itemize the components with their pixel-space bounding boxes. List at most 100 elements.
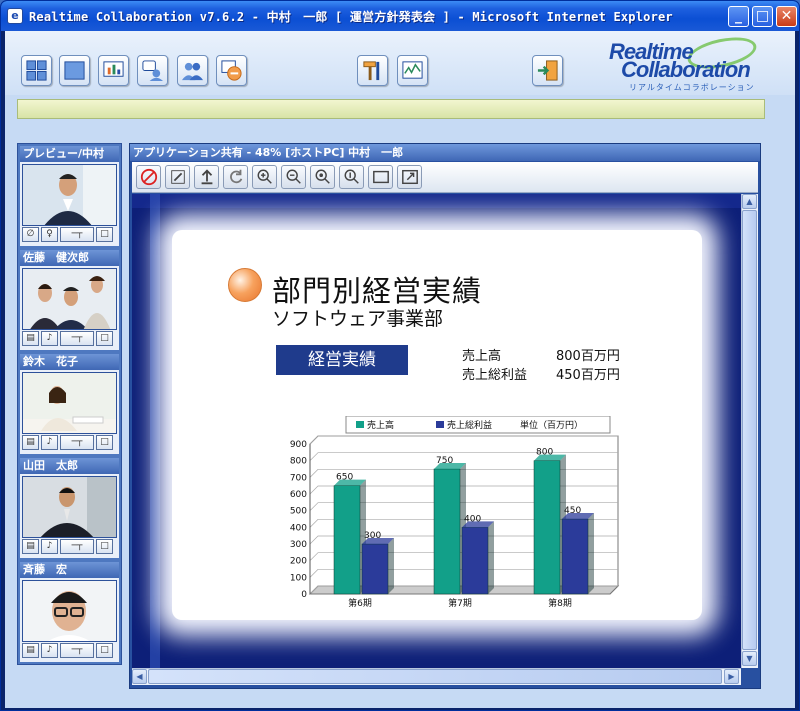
participant-name: 山田 太郎	[20, 458, 119, 474]
x-tick-label: 第6期	[348, 597, 372, 609]
whiteboard-icon	[402, 61, 423, 79]
participant-card[interactable]: 山田 太郎 ▤ ♪ ─┬ □	[20, 458, 119, 558]
y-tick-label: 200	[290, 557, 307, 567]
maximize-button[interactable]: □	[752, 6, 773, 27]
horizontal-scroll-thumb[interactable]	[148, 669, 722, 684]
zoom-in-button[interactable]	[252, 165, 277, 189]
y-tick-label: 100	[290, 573, 307, 583]
title-bar[interactable]: e Realtime Collaboration v7.6.2 - 中村 一郎 …	[1, 1, 799, 31]
bar-side	[488, 521, 494, 594]
chat-button[interactable]	[137, 55, 168, 86]
layout-4-button[interactable]	[21, 55, 52, 86]
vertical-scroll-thumb[interactable]	[742, 210, 757, 650]
window-mode-button[interactable]	[368, 165, 393, 189]
kpi-value: 450百万円	[556, 368, 620, 383]
participant-card[interactable]: 鈴木 花子 ▤ ♪ ─┬ □	[20, 354, 119, 454]
sales-chart: 売上高 売上総利益 単位（百万円） 0 100 200 300 400 500 600 700 800…	[290, 416, 620, 609]
camera-off-button[interactable]: ∅	[22, 227, 39, 242]
participant-card[interactable]: 斉藤 宏 ▤ ♪ ─┬ □	[20, 562, 119, 662]
upload-icon	[201, 169, 212, 185]
record-button[interactable]	[216, 55, 247, 86]
refresh-button[interactable]	[223, 165, 248, 189]
presentation-button[interactable]	[98, 55, 129, 86]
slide-bullet-icon	[228, 268, 262, 302]
volume-slider[interactable]: ─┬	[60, 643, 94, 658]
participant-video	[22, 268, 117, 330]
application-share-window: アプリケーション共有 - 48% [ホストPC] 中村 一郎 部門別経営実績 ソ…	[129, 143, 761, 689]
video-frame-saito	[23, 581, 116, 641]
video-frame-yamada	[23, 477, 116, 537]
camera-button[interactable]: ▤	[22, 331, 39, 346]
data-label: 750	[436, 456, 453, 466]
zoom-actual-icon	[344, 169, 359, 184]
volume-slider[interactable]: ─┬	[60, 331, 94, 346]
y-tick-label: 900	[290, 440, 307, 450]
y-tick-label: 800	[290, 457, 307, 467]
scroll-up-button[interactable]: ▲	[742, 194, 757, 209]
bar	[333, 485, 361, 595]
vertical-scrollbar[interactable]: ▲ ▼	[741, 194, 758, 668]
camera-button[interactable]: ▤	[22, 539, 39, 554]
horizontal-scrollbar[interactable]: ◀ ▶	[132, 668, 741, 685]
shared-screen[interactable]: 部門別経営実績 ソフトウェア事業部 経営実績 売上高 800百万円 売上総利益 …	[132, 194, 741, 668]
speaker-button[interactable]: ♪	[41, 643, 58, 658]
close-button[interactable]: ✕	[776, 6, 797, 27]
speaker-button[interactable]: ♪	[41, 539, 58, 554]
bar	[433, 468, 461, 595]
bar	[561, 518, 589, 595]
scroll-left-button[interactable]: ◀	[132, 669, 147, 684]
expand-button[interactable]: □	[96, 331, 113, 346]
legend-swatch	[356, 421, 364, 428]
participant-list: プレビュー/中村 ∅ ♀ ─┬ □ 佐藤 健次郎 ▤ ♪ ─┬ □ 鈴木 花子 …	[17, 143, 122, 665]
speaker-button[interactable]: ♪	[41, 331, 58, 346]
participants-button[interactable]	[177, 55, 208, 86]
bar-side	[588, 513, 594, 594]
tools-icon	[363, 61, 380, 81]
camera-button[interactable]: ▤	[22, 435, 39, 450]
camera-button[interactable]: ▤	[22, 643, 39, 658]
layout-4-icon	[26, 60, 47, 81]
refresh-icon	[229, 169, 242, 184]
fullscreen-button[interactable]	[397, 165, 422, 189]
tools-button[interactable]	[357, 55, 388, 86]
slide-accent-bar	[150, 194, 160, 668]
layout-1-button[interactable]	[59, 55, 90, 86]
expand-button[interactable]: □	[96, 643, 113, 658]
y-tick-label: 600	[290, 490, 307, 500]
window-icon	[372, 170, 389, 184]
expand-button[interactable]: □	[96, 435, 113, 450]
whiteboard-button[interactable]	[397, 55, 428, 86]
minimize-button[interactable]: _	[728, 6, 749, 27]
participant-controls: ▤ ♪ ─┬ □	[20, 330, 119, 348]
zoom-out-button[interactable]	[281, 165, 306, 189]
zoom-actual-button[interactable]	[339, 165, 364, 189]
kpi-value: 800百万円	[556, 349, 620, 364]
volume-slider[interactable]: ─┬	[60, 227, 94, 242]
exit-button[interactable]	[532, 55, 563, 86]
participant-card[interactable]: プレビュー/中村 ∅ ♀ ─┬ □	[20, 146, 119, 246]
slide-top-band	[132, 194, 741, 208]
participant-name: 佐藤 健次郎	[20, 250, 119, 266]
participant-name: 鈴木 花子	[20, 354, 119, 370]
expand-button[interactable]: □	[96, 539, 113, 554]
speaker-button[interactable]: ♪	[41, 435, 58, 450]
participant-video	[22, 580, 117, 642]
participants-icon	[181, 62, 204, 81]
expand-button[interactable]: □	[96, 227, 113, 242]
y-tick-label: 700	[290, 473, 307, 483]
volume-slider[interactable]: ─┬	[60, 539, 94, 554]
y-tick-label: 300	[290, 540, 307, 550]
zoom-out-icon	[286, 169, 301, 184]
stop-share-button[interactable]	[136, 165, 161, 189]
zoom-fit-button[interactable]	[310, 165, 335, 189]
share-toolbar	[132, 162, 758, 193]
volume-slider[interactable]: ─┬	[60, 435, 94, 450]
scroll-right-button[interactable]: ▶	[724, 669, 739, 684]
annotate-button[interactable]	[165, 165, 190, 189]
scroll-down-button[interactable]: ▼	[742, 651, 757, 666]
participant-video	[22, 164, 117, 226]
participant-card[interactable]: 佐藤 健次郎 ▤ ♪ ─┬ □	[20, 250, 119, 350]
upload-button[interactable]	[194, 165, 219, 189]
bar	[461, 527, 489, 595]
mic-button[interactable]: ♀	[41, 227, 58, 242]
